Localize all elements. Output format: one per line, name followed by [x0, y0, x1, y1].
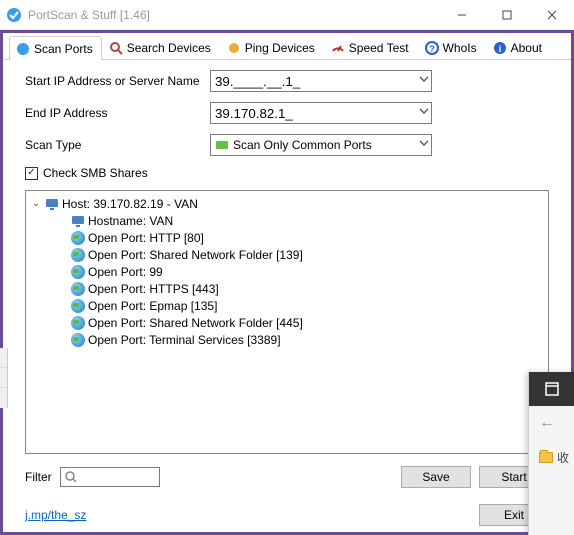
chevron-down-icon[interactable]: [419, 106, 429, 116]
side-favorites-item[interactable]: 收: [529, 440, 574, 474]
tree-item[interactable]: Open Port: Terminal Services [3389]: [30, 331, 544, 348]
exit-label: Exit: [504, 508, 524, 522]
end-ip-row: End IP Address: [25, 102, 549, 124]
smb-checkbox[interactable]: ✓: [25, 167, 38, 180]
save-label: Save: [422, 470, 449, 484]
chevron-down-icon[interactable]: [419, 138, 429, 148]
globe-icon: [70, 247, 86, 263]
end-ip-label: End IP Address: [25, 106, 210, 120]
tab-ping-devices[interactable]: Ping Devices: [220, 35, 324, 59]
background-window-sliver: [0, 348, 8, 408]
check-icon: ✓: [27, 168, 35, 178]
speed-test-icon: [331, 41, 345, 55]
start-label: Start: [501, 470, 526, 484]
host-icon: [44, 196, 60, 212]
tree-item[interactable]: Open Port: Shared Network Folder [139]: [30, 246, 544, 263]
end-ip-input[interactable]: [210, 102, 432, 124]
side-panel: ← 收: [528, 372, 574, 535]
tab-whois[interactable]: ? WhoIs: [418, 35, 486, 59]
app-icon: [6, 7, 22, 23]
tab-speed-test[interactable]: Speed Test: [324, 35, 418, 59]
chevron-down-icon[interactable]: [419, 74, 429, 84]
folder-icon: [539, 452, 553, 463]
smb-label: Check SMB Shares: [43, 166, 148, 180]
side-back-button[interactable]: ←: [529, 406, 574, 440]
globe-icon: [70, 230, 86, 246]
tree-item[interactable]: Open Port: Epmap [135]: [30, 297, 544, 314]
tab-search-devices[interactable]: Search Devices: [102, 35, 220, 59]
close-button[interactable]: [529, 0, 574, 30]
window-title: PortScan & Stuff [1.46]: [28, 8, 439, 22]
tree-item[interactable]: Open Port: Shared Network Folder [445]: [30, 314, 544, 331]
tab-strip: Scan Ports Search Devices Ping Devices S…: [3, 33, 571, 60]
results-tree[interactable]: ⌄ Host: 39.170.82.19 - VAN Hostname: VAN…: [25, 190, 549, 454]
search-devices-icon: [109, 41, 123, 55]
whois-icon: ?: [425, 41, 439, 55]
globe-icon: [70, 332, 86, 348]
tree-item[interactable]: Open Port: HTTPS [443]: [30, 280, 544, 297]
minimize-button[interactable]: [439, 0, 484, 30]
side-fav-label: 收: [557, 449, 569, 466]
back-arrow-icon: ←: [539, 414, 555, 432]
filter-label: Filter: [25, 470, 52, 484]
tree-host-row[interactable]: ⌄ Host: 39.170.82.19 - VAN: [30, 195, 544, 212]
tab-content: Start IP Address or Server Name End IP A…: [3, 60, 571, 498]
tree-text: Open Port: Shared Network Folder [139]: [88, 248, 303, 262]
tree-item[interactable]: Open Port: 99: [30, 263, 544, 280]
tree-item[interactable]: Hostname: VAN: [30, 212, 544, 229]
tab-label: Scan Ports: [34, 42, 93, 56]
globe-icon: [70, 298, 86, 314]
tab-about[interactable]: i About: [486, 35, 551, 59]
window-icon: [545, 382, 559, 396]
tree-host-text: Host: 39.170.82.19 - VAN: [62, 197, 198, 211]
tree-text: Open Port: 99: [88, 265, 163, 279]
collapse-icon[interactable]: ⌄: [30, 198, 42, 209]
tree-text: Open Port: Shared Network Folder [445]: [88, 316, 303, 330]
side-panel-tab[interactable]: [529, 372, 574, 406]
scan-type-value: Scan Only Common Ports: [233, 138, 372, 152]
client-area: Scan Ports Search Devices Ping Devices S…: [0, 30, 574, 535]
footer-link[interactable]: j.mp/the_sz: [25, 508, 86, 522]
tab-label: About: [511, 41, 542, 55]
about-icon: i: [493, 41, 507, 55]
save-button[interactable]: Save: [401, 466, 471, 488]
tree-text: Open Port: Terminal Services [3389]: [88, 333, 281, 347]
smb-checkbox-row[interactable]: ✓ Check SMB Shares: [25, 166, 549, 180]
tab-label: Search Devices: [127, 41, 211, 55]
tab-scan-ports[interactable]: Scan Ports: [9, 36, 102, 60]
titlebar: PortScan & Stuff [1.46]: [0, 0, 574, 30]
scan-type-icon: [215, 138, 229, 152]
tree-text: Open Port: HTTP [80]: [88, 231, 204, 245]
start-ip-row: Start IP Address or Server Name: [25, 70, 549, 92]
search-icon: [64, 470, 78, 484]
ping-devices-icon: [227, 41, 241, 55]
tab-label: Ping Devices: [245, 41, 315, 55]
globe-icon: [70, 264, 86, 280]
hostname-icon: [70, 213, 86, 229]
filter-input[interactable]: [60, 467, 160, 487]
scan-ports-icon: [16, 42, 30, 56]
start-ip-label: Start IP Address or Server Name: [25, 74, 210, 88]
footer: j.mp/the_sz Exit: [3, 498, 571, 532]
start-ip-input[interactable]: [210, 70, 432, 92]
globe-icon: [70, 315, 86, 331]
inner-panel: Scan Ports Search Devices Ping Devices S…: [3, 33, 571, 532]
svg-text:i: i: [498, 44, 501, 54]
tree-text: Open Port: Epmap [135]: [88, 299, 217, 313]
tree-text: Open Port: HTTPS [443]: [88, 282, 219, 296]
tree-item[interactable]: Open Port: HTTP [80]: [30, 229, 544, 246]
scan-type-select[interactable]: Scan Only Common Ports: [210, 134, 432, 156]
bottom-row: Filter Save Start: [25, 466, 549, 488]
main-window: PortScan & Stuff [1.46] Scan Ports Searc…: [0, 0, 574, 535]
scan-type-label: Scan Type: [25, 138, 210, 152]
tab-label: WhoIs: [443, 41, 477, 55]
tree-text: Hostname: VAN: [88, 214, 173, 228]
tab-label: Speed Test: [349, 41, 409, 55]
svg-text:?: ?: [429, 44, 435, 54]
scan-type-row: Scan Type Scan Only Common Ports: [25, 134, 549, 156]
globe-icon: [70, 281, 86, 297]
maximize-button[interactable]: [484, 0, 529, 30]
